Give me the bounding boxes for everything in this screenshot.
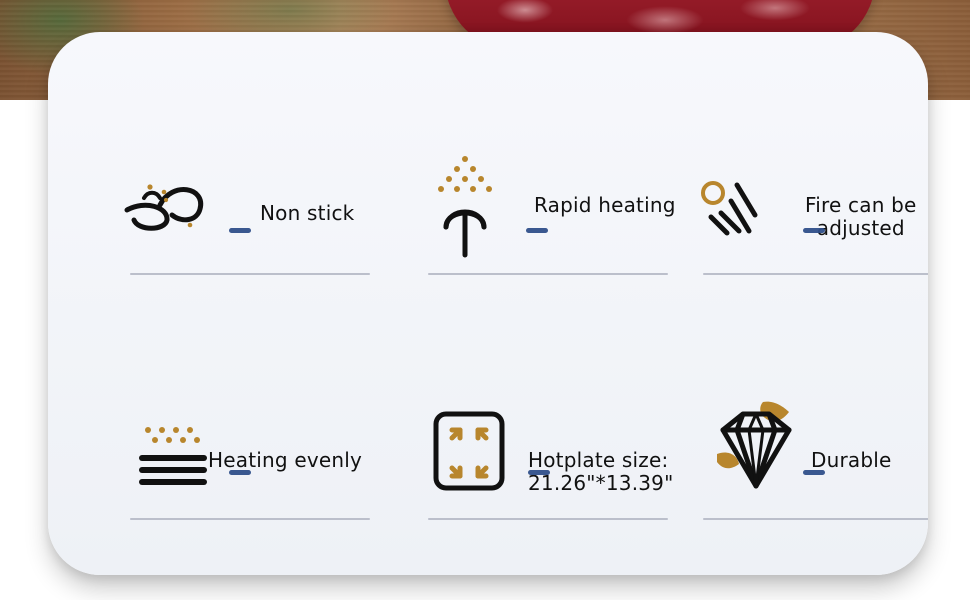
feature-rapid-heating: Rapid heating (418, 137, 675, 275)
feature-non-stick: Non stick (120, 137, 370, 275)
feature-label-line-1: Hotplate size: (528, 448, 669, 472)
accent-dash (229, 228, 251, 233)
feature-label-line-1: Rapid heating (534, 193, 676, 217)
fire-adjust-icon (693, 175, 773, 245)
feature-label-line-1: Fire can be (805, 193, 917, 217)
feature-label-line-1: Heating evenly (208, 448, 363, 472)
product-feature-graphic: Non stick Rapid heating Fire can be adju… (0, 0, 970, 600)
durable-icon (711, 392, 801, 497)
feature-divider (703, 273, 928, 275)
feature-divider (130, 518, 370, 520)
feature-label: Durable (811, 449, 892, 472)
feature-label: Fire can be adjusted (805, 194, 917, 240)
feature-heating-evenly: Heating evenly (120, 382, 370, 520)
feature-label-line-2: 21.26"*13.39" (528, 471, 674, 495)
non-stick-icon (120, 165, 210, 235)
feature-label: Heating evenly (208, 449, 362, 472)
feature-divider (428, 273, 668, 275)
accent-dash (803, 470, 825, 475)
features-panel: Non stick Rapid heating Fire can be adju… (48, 32, 928, 575)
accent-dash (229, 470, 251, 475)
accent-dash (528, 470, 550, 475)
feature-divider (428, 518, 668, 520)
accent-dash (526, 228, 548, 233)
feature-hotplate-size: Hotplate size: 21.26"*13.39" (418, 382, 673, 520)
rapid-heating-icon (430, 145, 500, 260)
feature-divider (130, 273, 370, 275)
feature-label: Rapid heating (534, 194, 676, 217)
feature-divider (703, 518, 928, 520)
feature-fire-adjusted: Fire can be adjusted (693, 137, 928, 275)
feature-label-line-1: Durable (811, 448, 892, 472)
feature-durable: Durable (693, 382, 928, 520)
feature-label-line-1: Non stick (260, 201, 355, 225)
hotplate-size-icon (430, 408, 510, 492)
feature-label: Non stick (260, 202, 354, 225)
accent-dash (803, 228, 825, 233)
heating-evenly-icon (138, 420, 208, 490)
